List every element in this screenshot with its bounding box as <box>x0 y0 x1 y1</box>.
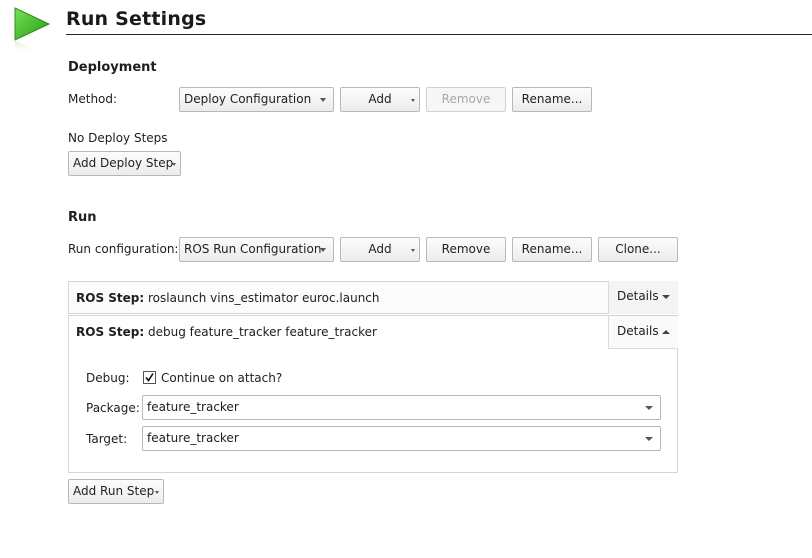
chevron-down-icon <box>320 98 326 102</box>
run-add-button[interactable]: Add <box>340 237 420 262</box>
deploy-method-select[interactable]: Deploy Configuration <box>179 87 334 112</box>
package-value: feature_tracker <box>147 400 239 414</box>
run-section-label: Run <box>68 210 97 225</box>
ros-step-2-text: debug feature_tracker feature_tracker <box>148 325 377 339</box>
run-config-label: Run configuration: <box>68 242 179 256</box>
method-label: Method: <box>68 92 118 106</box>
run-add-label: Add <box>368 242 392 256</box>
deployment-section-label: Deployment <box>68 60 157 75</box>
deploy-add-button[interactable]: Add <box>340 87 420 112</box>
deploy-add-label: Add <box>368 92 392 106</box>
run-rename-button[interactable]: Rename... <box>512 237 592 262</box>
title-divider <box>66 34 812 35</box>
ros-step-1-text: roslaunch vins_estimator euroc.launch <box>148 291 380 305</box>
ros-step-2: ROS Step: debug feature_tracker feature_… <box>68 315 678 473</box>
run-config-select[interactable]: ROS Run Configuration <box>179 237 334 262</box>
chevron-down-icon <box>320 248 326 252</box>
details-label: Details <box>617 324 659 338</box>
run-config-value: ROS Run Configuration <box>184 242 322 256</box>
chevron-up-icon <box>662 330 670 334</box>
ros-step-2-summary: ROS Step: debug feature_tracker feature_… <box>76 325 377 339</box>
ros-step-1-prefix: ROS Step: <box>76 291 145 305</box>
chevron-down-icon <box>411 249 415 252</box>
add-deploy-step-label: Add Deploy Step <box>73 156 174 170</box>
ros-step-2-prefix: ROS Step: <box>76 325 145 339</box>
chevron-down-icon <box>155 491 159 494</box>
details-label: Details <box>617 289 659 303</box>
deploy-remove-button[interactable]: Remove <box>426 87 506 112</box>
no-deploy-steps-text: No Deploy Steps <box>68 131 168 145</box>
page-title: Run Settings <box>66 8 207 30</box>
deploy-method-value: Deploy Configuration <box>184 92 312 106</box>
chevron-down-icon <box>645 406 653 410</box>
target-select[interactable]: feature_tracker <box>142 426 661 451</box>
debug-label: Debug: <box>86 371 130 385</box>
deploy-rename-button[interactable]: Rename... <box>512 87 592 112</box>
run-play-icon <box>12 6 52 57</box>
add-run-step-label: Add Run Step <box>73 484 155 498</box>
ros-step-1: ROS Step: roslaunch vins_estimator euroc… <box>68 281 678 314</box>
run-remove-button[interactable]: Remove <box>426 237 506 262</box>
checkmark-icon <box>145 373 154 382</box>
continue-on-attach-checkbox[interactable] <box>143 371 156 384</box>
chevron-down-icon <box>662 295 670 299</box>
package-label: Package: <box>86 401 140 415</box>
target-label: Target: <box>86 432 128 446</box>
add-deploy-step-button[interactable]: Add Deploy Step <box>68 151 181 176</box>
run-clone-button[interactable]: Clone... <box>598 237 678 262</box>
package-select[interactable]: feature_tracker <box>142 395 661 420</box>
chevron-down-icon <box>172 163 176 166</box>
chevron-down-icon <box>645 437 653 441</box>
target-value: feature_tracker <box>147 431 239 445</box>
ros-step-1-details-button[interactable]: Details <box>608 281 678 314</box>
ros-step-1-summary: ROS Step: roslaunch vins_estimator euroc… <box>76 291 380 305</box>
ros-step-2-details-button[interactable]: Details <box>608 316 678 349</box>
chevron-down-icon <box>411 99 415 102</box>
add-run-step-button[interactable]: Add Run Step <box>68 479 164 504</box>
continue-on-attach-label: Continue on attach? <box>161 371 283 385</box>
